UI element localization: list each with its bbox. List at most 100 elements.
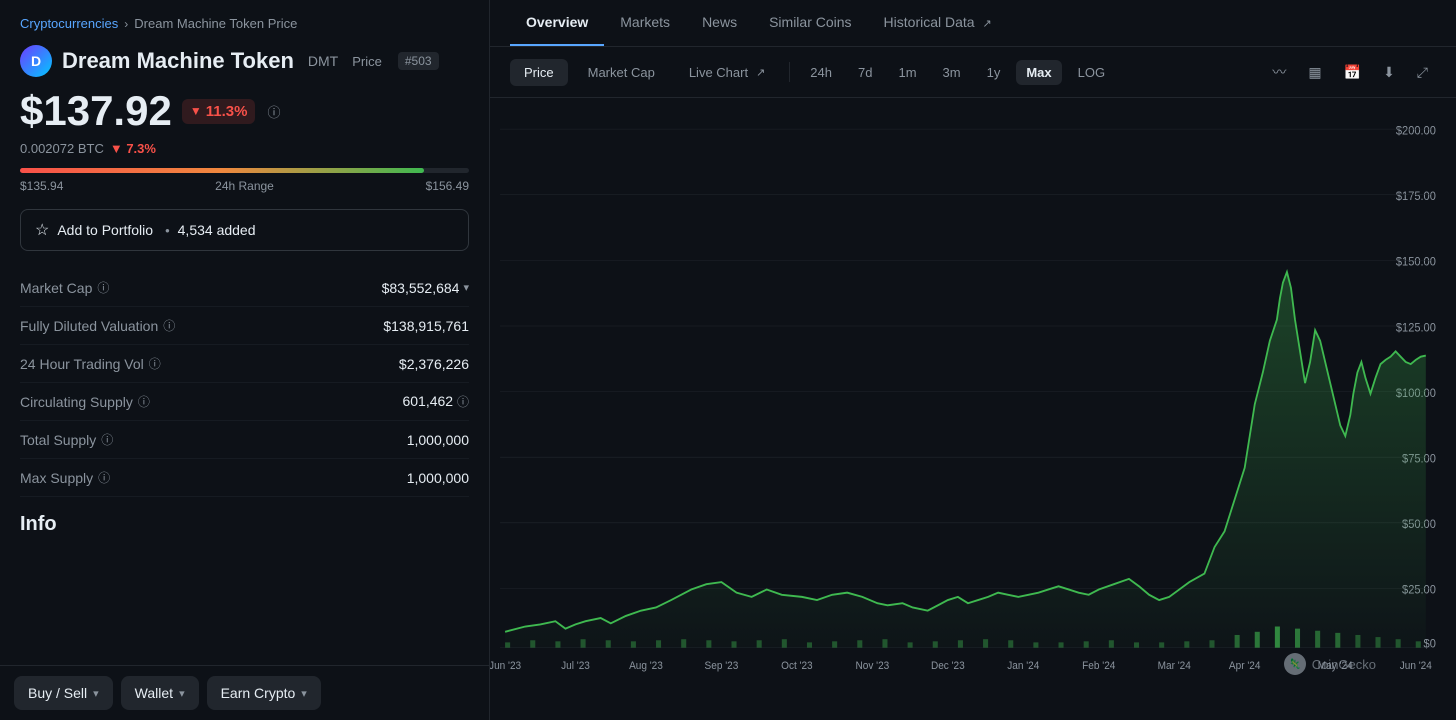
stat-label-0: Market Capⓘ bbox=[20, 269, 307, 306]
time-btn-log[interactable]: LOG bbox=[1068, 60, 1115, 85]
breadcrumb-parent[interactable]: Cryptocurrencies bbox=[20, 16, 118, 31]
stats-row-3: Circulating Supplyⓘ601,462 ⓘ bbox=[20, 383, 469, 421]
token-rank: #503 bbox=[398, 52, 439, 70]
chart-type-line-icon[interactable]: 〰 bbox=[1264, 57, 1294, 87]
add-to-portfolio-button[interactable]: ☆ Add to Portfolio • 4,534 added bbox=[20, 209, 469, 251]
coingecko-watermark: 🦎 CoinGecko bbox=[1284, 653, 1376, 675]
top-tabs: Overview Markets News Similar Coins Hist… bbox=[490, 0, 1456, 47]
breadcrumb-current: Dream Machine Token Price bbox=[134, 16, 297, 31]
left-panel: Cryptocurrencies › Dream Machine Token P… bbox=[0, 0, 490, 720]
svg-text:Jul '23: Jul '23 bbox=[561, 661, 590, 672]
tab-similar-coins[interactable]: Similar Coins bbox=[753, 0, 867, 46]
chart-type-bar-icon[interactable]: ▦ bbox=[1300, 59, 1329, 86]
stat-label-4: Total Supplyⓘ bbox=[20, 421, 307, 458]
stat-extra-info-icon-3[interactable]: ⓘ bbox=[457, 395, 469, 409]
stat-label-5: Max Supplyⓘ bbox=[20, 459, 307, 496]
chart-area: $200.00 $175.00 $150.00 $125.00 $100.00 … bbox=[490, 98, 1456, 720]
stat-value-5: 1,000,000 bbox=[307, 459, 469, 497]
stat-label-2: 24 Hour Trading Volⓘ bbox=[20, 345, 307, 382]
svg-text:Jan '24: Jan '24 bbox=[1007, 661, 1039, 672]
token-label: Price bbox=[352, 54, 382, 69]
price-change-arrow: ▼ bbox=[190, 104, 202, 118]
svg-text:Nov '23: Nov '23 bbox=[855, 661, 889, 672]
buy-sell-button[interactable]: Buy / Sell ▾ bbox=[14, 676, 113, 710]
buy-sell-chevron-icon: ▾ bbox=[93, 687, 99, 700]
svg-text:Mar '24: Mar '24 bbox=[1158, 661, 1191, 672]
historical-data-external-icon: ↗ bbox=[982, 18, 991, 30]
price-fill bbox=[505, 272, 1426, 648]
stat-info-icon-5[interactable]: ⓘ bbox=[98, 469, 110, 486]
tab-news[interactable]: News bbox=[686, 0, 753, 46]
time-btn-3m[interactable]: 3m bbox=[933, 60, 971, 85]
portfolio-count-value: 4,534 added bbox=[178, 222, 256, 238]
time-btn-1m[interactable]: 1m bbox=[888, 60, 926, 85]
chart-tab-market-cap[interactable]: Market Cap bbox=[574, 59, 669, 86]
svg-text:Sep '23: Sep '23 bbox=[705, 661, 739, 672]
tab-markets[interactable]: Markets bbox=[604, 0, 686, 46]
price-info-icon[interactable]: ⓘ bbox=[267, 102, 280, 121]
btc-change: ▼ 7.3% bbox=[110, 141, 156, 156]
stats-row-0: Market Capⓘ $83,552,684 ▾ bbox=[20, 269, 469, 307]
svg-text:Dec '23: Dec '23 bbox=[931, 661, 965, 672]
range-bar-fill bbox=[20, 168, 424, 173]
portfolio-count: • bbox=[165, 223, 170, 238]
price-change-badge: ▼ 11.3% bbox=[182, 99, 256, 124]
stat-value-4: 1,000,000 bbox=[307, 421, 469, 459]
price-value: $137.92 bbox=[20, 87, 172, 135]
svg-text:$125.00: $125.00 bbox=[1396, 322, 1436, 334]
live-chart-external-icon: ↗ bbox=[756, 66, 765, 79]
stat-value-1: $138,915,761 bbox=[307, 307, 469, 345]
wallet-button[interactable]: Wallet ▾ bbox=[121, 676, 199, 710]
svg-text:$150.00: $150.00 bbox=[1396, 256, 1436, 268]
range-bar-labels: $135.94 24h Range $156.49 bbox=[20, 179, 469, 193]
stats-table: Market Capⓘ$83,552,684 ▾Fully Diluted Va… bbox=[20, 269, 469, 497]
svg-text:Aug '23: Aug '23 bbox=[629, 661, 663, 672]
chart-tab-live-chart[interactable]: Live Chart ↗ bbox=[675, 59, 779, 86]
time-btn-7d[interactable]: 7d bbox=[848, 60, 882, 85]
breadcrumb: Cryptocurrencies › Dream Machine Token P… bbox=[20, 16, 469, 31]
toolbar-separator bbox=[789, 62, 790, 82]
tab-historical-data[interactable]: Historical Data ↗ bbox=[868, 0, 1008, 46]
stat-info-icon-3[interactable]: ⓘ bbox=[138, 393, 150, 410]
chart-tab-price[interactable]: Price bbox=[510, 59, 568, 86]
token-name: Dream Machine Token bbox=[62, 48, 294, 74]
price-change-percent: 11.3% bbox=[206, 103, 248, 120]
time-btn-max[interactable]: Max bbox=[1016, 60, 1061, 85]
earn-crypto-chevron-icon: ▾ bbox=[301, 687, 307, 700]
time-btn-1y[interactable]: 1y bbox=[977, 60, 1011, 85]
stats-row-5: Max Supplyⓘ1,000,000 bbox=[20, 459, 469, 497]
time-btn-24h[interactable]: 24h bbox=[800, 60, 842, 85]
stat-info-icon-0[interactable]: ⓘ bbox=[97, 279, 109, 296]
price-chart: $200.00 $175.00 $150.00 $125.00 $100.00 … bbox=[490, 108, 1456, 690]
download-icon[interactable]: ⬇ bbox=[1375, 59, 1403, 86]
stat-expand-0[interactable]: $83,552,684 ▾ bbox=[382, 280, 469, 296]
svg-text:$200.00: $200.00 bbox=[1396, 125, 1436, 137]
expand-arrow-icon-0: ▾ bbox=[463, 281, 469, 294]
stat-info-icon-4[interactable]: ⓘ bbox=[101, 431, 113, 448]
tab-overview[interactable]: Overview bbox=[510, 0, 604, 46]
range-low: $135.94 bbox=[20, 179, 63, 193]
btc-value: 0.002072 BTC bbox=[20, 141, 104, 156]
svg-text:$175.00: $175.00 bbox=[1396, 191, 1436, 203]
stats-row-4: Total Supplyⓘ1,000,000 bbox=[20, 421, 469, 459]
earn-crypto-button[interactable]: Earn Crypto ▾ bbox=[207, 676, 321, 710]
fullscreen-icon[interactable]: ⤢ bbox=[1409, 59, 1436, 86]
coingecko-label: CoinGecko bbox=[1312, 657, 1376, 672]
stat-info-icon-2[interactable]: ⓘ bbox=[149, 355, 161, 372]
info-section-title: Info bbox=[20, 513, 469, 586]
stats-row-1: Fully Diluted Valuationⓘ$138,915,761 bbox=[20, 307, 469, 345]
svg-text:Jun '23: Jun '23 bbox=[490, 661, 521, 672]
svg-text:Apr '24: Apr '24 bbox=[1229, 661, 1261, 672]
svg-text:Jun '24: Jun '24 bbox=[1400, 661, 1432, 672]
stat-info-icon-1[interactable]: ⓘ bbox=[163, 317, 175, 334]
coingecko-logo: 🦎 bbox=[1284, 653, 1306, 675]
svg-text:Feb '24: Feb '24 bbox=[1082, 661, 1115, 672]
range-label: 24h Range bbox=[215, 179, 274, 193]
portfolio-label: Add to Portfolio bbox=[57, 222, 153, 238]
earn-crypto-label: Earn Crypto bbox=[221, 685, 296, 701]
svg-text:Oct '23: Oct '23 bbox=[781, 661, 813, 672]
breadcrumb-separator: › bbox=[124, 17, 128, 31]
calendar-icon[interactable]: 📅 bbox=[1336, 59, 1369, 86]
range-bar-container: $135.94 24h Range $156.49 bbox=[20, 168, 469, 193]
token-logo: D bbox=[20, 45, 52, 77]
